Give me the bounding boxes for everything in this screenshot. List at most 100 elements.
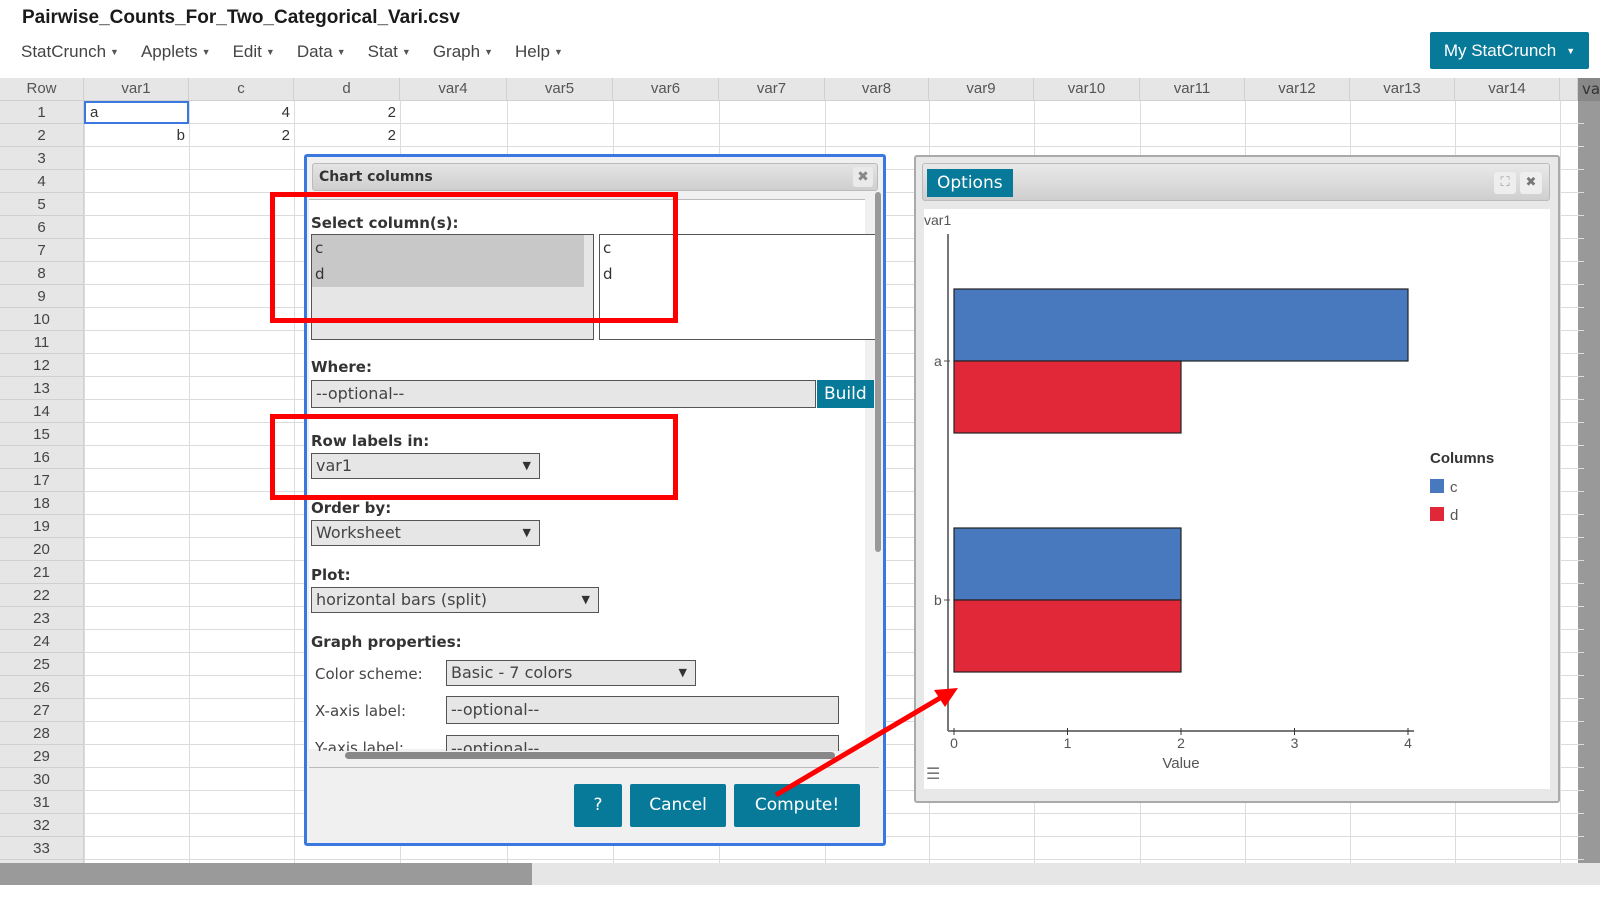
y-axis-title: var1: [924, 212, 951, 228]
color-scheme-select[interactable]: Basic - 7 colors ▼: [446, 660, 696, 686]
column-header[interactable]: d: [294, 78, 400, 101]
row-number[interactable]: 16: [0, 446, 84, 469]
close-icon[interactable]: ✖: [1520, 172, 1542, 194]
row-number[interactable]: 6: [0, 216, 84, 239]
row-number[interactable]: 4: [0, 170, 84, 193]
grid-cell-var1[interactable]: a: [84, 101, 189, 124]
menu-data[interactable]: Data ▼: [297, 42, 346, 62]
row-number[interactable]: 19: [0, 515, 84, 538]
grid-cell-d[interactable]: 2: [294, 124, 400, 147]
my-statcrunch-label: My StatCrunch: [1443, 40, 1557, 60]
menu-edit[interactable]: Edit ▼: [233, 42, 275, 62]
row-number[interactable]: 27: [0, 699, 84, 722]
grid-cell-c[interactable]: 4: [189, 101, 294, 124]
annotation-box-select-columns: [270, 192, 678, 323]
menu-label: Graph: [432, 42, 481, 61]
x-tick-label: 0: [950, 735, 958, 751]
column-header[interactable]: var7: [719, 78, 825, 101]
menu-statcrunch[interactable]: StatCrunch ▼: [21, 42, 119, 62]
row-number[interactable]: 8: [0, 262, 84, 285]
options-button[interactable]: Options: [927, 169, 1013, 197]
y-axis-label-input[interactable]: --optional--: [446, 735, 839, 751]
row-number[interactable]: 29: [0, 745, 84, 768]
row-number[interactable]: 28: [0, 722, 84, 745]
compute-button[interactable]: Compute!: [734, 784, 860, 827]
column-header[interactable]: var5: [507, 78, 613, 101]
row-number[interactable]: 23: [0, 607, 84, 630]
dialog-horizontal-scrollbar[interactable]: [345, 752, 835, 759]
grid-cell-var1[interactable]: b: [84, 124, 189, 147]
column-header[interactable]: var10: [1034, 78, 1140, 101]
column-header[interactable]: c: [189, 78, 294, 101]
build-button[interactable]: Build: [817, 380, 874, 408]
row-number[interactable]: 26: [0, 676, 84, 699]
maximize-icon[interactable]: ⛶: [1494, 172, 1516, 194]
row-number[interactable]: 13: [0, 377, 84, 400]
dialog-title: Chart columns: [319, 169, 433, 185]
caret-down-icon: ▼: [265, 47, 275, 57]
chart-window-header[interactable]: Options ⛶ ✖: [922, 163, 1550, 201]
column-header[interactable]: var12: [1245, 78, 1350, 101]
row-number[interactable]: 25: [0, 653, 84, 676]
my-statcrunch-button[interactable]: My StatCrunch ▼: [1430, 32, 1589, 69]
menu-stat[interactable]: Stat ▼: [368, 42, 411, 62]
row-number[interactable]: 18: [0, 492, 84, 515]
cancel-button[interactable]: Cancel: [630, 784, 726, 827]
grid-column-line: [84, 101, 85, 871]
row-number[interactable]: 20: [0, 538, 84, 561]
row-number[interactable]: 14: [0, 400, 84, 423]
order-by-select[interactable]: Worksheet ▼: [311, 520, 540, 546]
color-scheme-value: Basic - 7 colors: [451, 663, 573, 682]
menu-graph[interactable]: Graph ▼: [433, 42, 493, 62]
row-number[interactable]: 7: [0, 239, 84, 262]
row-number[interactable]: 10: [0, 308, 84, 331]
row-number[interactable]: 17: [0, 469, 84, 492]
column-header[interactable]: var4: [400, 78, 507, 101]
column-header[interactable]: var1: [84, 78, 189, 101]
caret-down-icon: ▼: [401, 47, 411, 57]
row-number[interactable]: 15: [0, 423, 84, 446]
document-title: Pairwise_Counts_For_Two_Categorical_Vari…: [22, 7, 460, 28]
menu-help[interactable]: Help ▼: [515, 42, 563, 62]
plot-select[interactable]: horizontal bars (split) ▼: [311, 587, 599, 613]
row-number[interactable]: 11: [0, 331, 84, 354]
help-button[interactable]: ?: [574, 784, 622, 827]
column-header[interactable]: var9: [929, 78, 1034, 101]
row-number[interactable]: 30: [0, 768, 84, 791]
grid-cell-c[interactable]: 2: [189, 124, 294, 147]
hamburger-icon[interactable]: ☰: [926, 764, 940, 783]
chart-plot-area: var1 a b 0 1 2 3 4 Value Columns c d ☰: [924, 209, 1550, 789]
dialog-vertical-scrollbar[interactable]: [875, 192, 881, 552]
row-number[interactable]: 1: [0, 101, 84, 124]
column-header[interactable]: var6: [613, 78, 719, 101]
column-header[interactable]: var8: [825, 78, 929, 101]
row-header: Row: [0, 78, 84, 101]
close-icon[interactable]: ✖: [853, 167, 873, 187]
legend-title: Columns: [1430, 450, 1494, 467]
grid-horizontal-scrollbar-track[interactable]: [532, 863, 1600, 885]
row-number[interactable]: 3: [0, 147, 84, 170]
column-header[interactable]: var11: [1140, 78, 1245, 101]
dialog-header[interactable]: Chart columns ✖: [312, 163, 878, 191]
bar-chart: var1 a b 0 1 2 3 4 Value Columns cd ☰: [924, 212, 1494, 783]
row-number[interactable]: 31: [0, 791, 84, 814]
column-header-partial[interactable]: va: [1578, 78, 1600, 101]
row-number[interactable]: 24: [0, 630, 84, 653]
row-number[interactable]: 12: [0, 354, 84, 377]
menu-applets[interactable]: Applets ▼: [141, 42, 211, 62]
row-number[interactable]: 21: [0, 561, 84, 584]
column-header[interactable]: var13: [1350, 78, 1455, 101]
row-number[interactable]: 33: [0, 837, 84, 860]
row-number[interactable]: 2: [0, 124, 84, 147]
grid-horizontal-scrollbar-thumb[interactable]: [0, 863, 532, 885]
x-tick-label: 4: [1404, 735, 1412, 751]
x-axis-label-input[interactable]: --optional--: [446, 696, 839, 724]
where-input[interactable]: --optional--: [311, 380, 816, 408]
row-number[interactable]: 22: [0, 584, 84, 607]
row-number[interactable]: 32: [0, 814, 84, 837]
order-by-label: Order by:: [311, 499, 392, 517]
grid-cell-d[interactable]: 2: [294, 101, 400, 124]
row-number[interactable]: 9: [0, 285, 84, 308]
column-header[interactable]: var14: [1455, 78, 1560, 101]
row-number[interactable]: 5: [0, 193, 84, 216]
